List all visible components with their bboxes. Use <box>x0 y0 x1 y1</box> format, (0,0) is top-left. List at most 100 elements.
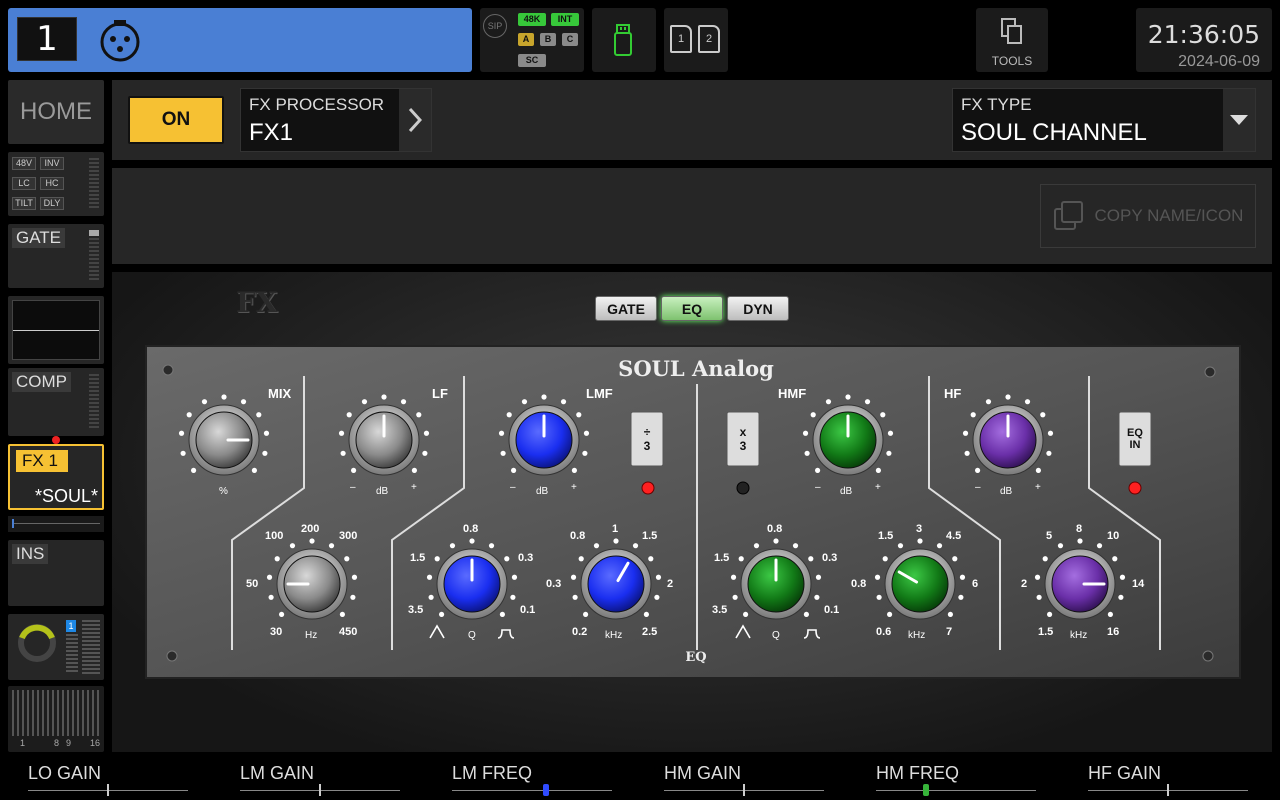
comp-label: COMP <box>12 372 71 392</box>
send-meter-b <box>82 620 100 674</box>
copy-label: COPY NAME/ICON <box>1094 206 1244 225</box>
lf-minus: – <box>350 482 356 493</box>
invert-tag: INV <box>40 157 64 170</box>
clock-source-badge: INT <box>551 13 579 26</box>
gate-block[interactable]: GATE <box>8 224 104 288</box>
lm-q-03: 0.3 <box>518 552 534 564</box>
pan-knob-icon <box>18 624 56 662</box>
hm-freq-08: 0.8 <box>851 578 867 590</box>
comp-block[interactable]: COMP <box>8 368 104 436</box>
input-meter <box>89 158 99 210</box>
hm-freq-3: 3 <box>916 523 923 535</box>
delay-tag: DLY <box>40 197 64 210</box>
bus-range-1: 1 <box>20 738 26 748</box>
tilt-tag: TILT <box>12 197 36 210</box>
lmf-label: LMF <box>586 386 613 401</box>
lm-freq-02: 0.2 <box>572 626 588 638</box>
lmf-divide-button[interactable]: ÷ 3 <box>631 412 663 466</box>
hm-q-08: 0.8 <box>767 523 783 535</box>
input-block[interactable]: 48V INV LC HC TILT DLY <box>8 152 104 216</box>
hm-freq-unit: kHz <box>908 630 926 641</box>
fx-block-name: *SOUL* <box>34 486 98 506</box>
hm-freq-06: 0.6 <box>876 626 892 638</box>
fx-on-button[interactable]: ON <box>128 96 224 144</box>
sd-card-status[interactable]: 1 2 <box>664 8 728 72</box>
lm-freq-08: 0.8 <box>570 530 586 542</box>
low-cut-tag: LC <box>12 177 36 190</box>
lm-q-01: 0.1 <box>520 604 536 616</box>
lf-plus: + <box>411 482 417 493</box>
hm-freq-45: 4.5 <box>946 530 962 542</box>
lmf-plus: + <box>571 482 577 493</box>
fx-processor-selector[interactable]: FX PROCESSOR FX1 <box>240 88 432 152</box>
sip-indicator: SIP <box>483 14 507 38</box>
phantom-48v: 48V <box>12 157 36 170</box>
clock-time: 21:36:05 <box>1147 20 1260 49</box>
sync-status-panel[interactable]: SIP 48K INT A B C SC <box>480 8 584 72</box>
encoder-indicator-0 <box>107 784 109 796</box>
encoder-label-3: HM GAIN <box>664 763 742 783</box>
home-button[interactable]: HOME <box>8 80 104 144</box>
lmf-divide-symbol: ÷ <box>643 425 651 439</box>
eq-in-button[interactable]: EQ IN <box>1119 412 1151 466</box>
lf-label: LF <box>432 386 448 401</box>
copy-name-icon-button[interactable]: COPY NAME/ICON <box>1040 184 1256 248</box>
send-meter-a <box>66 634 78 674</box>
hmf-label: HMF <box>778 386 807 401</box>
send-badge: 1 <box>66 620 76 632</box>
hf-freq-8: 8 <box>1076 523 1083 535</box>
insert-block[interactable]: INS <box>8 540 104 606</box>
hm-q-15: 1.5 <box>714 552 730 564</box>
chevron-down-icon[interactable] <box>1223 89 1255 151</box>
copy-icon <box>1053 201 1083 230</box>
comp-meter <box>89 374 99 430</box>
encoder-indicator-5 <box>1167 784 1169 796</box>
fx-block[interactable]: FX 1 *SOUL* <box>8 444 104 510</box>
tools-label: TOOLS <box>991 54 1033 68</box>
gate-indicator <box>89 230 99 236</box>
chevron-right-icon[interactable] <box>399 89 431 151</box>
hm-q-unit: Q <box>772 630 780 641</box>
lo-freq-30: 30 <box>270 626 283 638</box>
clock-panel: 21:36:05 2024-06-09 <box>1136 8 1272 72</box>
fx-type-selector[interactable]: FX TYPE SOUL CHANNEL <box>952 88 1256 152</box>
hf-plus: + <box>1035 482 1041 493</box>
hm-q-35: 3.5 <box>712 604 728 616</box>
hmf-plus: + <box>875 482 881 493</box>
fx-type-label: FX TYPE <box>961 95 1032 114</box>
encoder-track-2[interactable] <box>452 790 612 791</box>
encoder-track-4[interactable] <box>876 790 1036 791</box>
tools-button[interactable]: TOOLS <box>976 8 1048 72</box>
eq-in-label-eq: EQ <box>1127 427 1143 439</box>
encoder-label-1: LM GAIN <box>240 763 315 783</box>
encoder-indicator-3 <box>743 784 745 796</box>
lf-unit: dB <box>376 486 389 497</box>
eq-block[interactable] <box>8 296 104 364</box>
hm-freq-6: 6 <box>972 578 979 590</box>
channel-number: 1 <box>17 17 77 61</box>
eq-curve-preview <box>12 300 100 360</box>
hm-freq-15: 1.5 <box>878 530 894 542</box>
lm-freq-03: 0.3 <box>546 578 562 590</box>
channel-name-bar[interactable] <box>8 8 472 72</box>
hmf-multiply-button[interactable]: x 3 <box>727 412 759 466</box>
usb-status[interactable] <box>592 8 656 72</box>
lmf-divide-number: 3 <box>643 439 651 453</box>
bus-meters-block[interactable]: 1 8 9 16 <box>8 686 104 752</box>
hmf-minus: – <box>815 482 821 493</box>
insert-label: INS <box>12 544 49 564</box>
fx-mix-slider[interactable] <box>8 516 104 532</box>
lo-freq-100: 100 <box>265 530 284 542</box>
encoder-label-5: HF GAIN <box>1088 763 1162 783</box>
sd-card-2-icon: 2 <box>698 25 720 53</box>
fx-active-dot <box>52 436 60 444</box>
encoder-label-4: HM FREQ <box>876 763 959 783</box>
fx-processor-label: FX PROCESSOR <box>249 95 385 114</box>
mix-unit: % <box>219 486 228 497</box>
hf-freq-2: 2 <box>1021 578 1028 590</box>
xlr-icon <box>98 18 142 67</box>
sends-block[interactable]: 1 <box>8 614 104 680</box>
plugin-title: SOUL Analog <box>618 356 774 381</box>
lm-q-15: 1.5 <box>410 552 426 564</box>
encoder-indicator-2 <box>543 784 549 796</box>
